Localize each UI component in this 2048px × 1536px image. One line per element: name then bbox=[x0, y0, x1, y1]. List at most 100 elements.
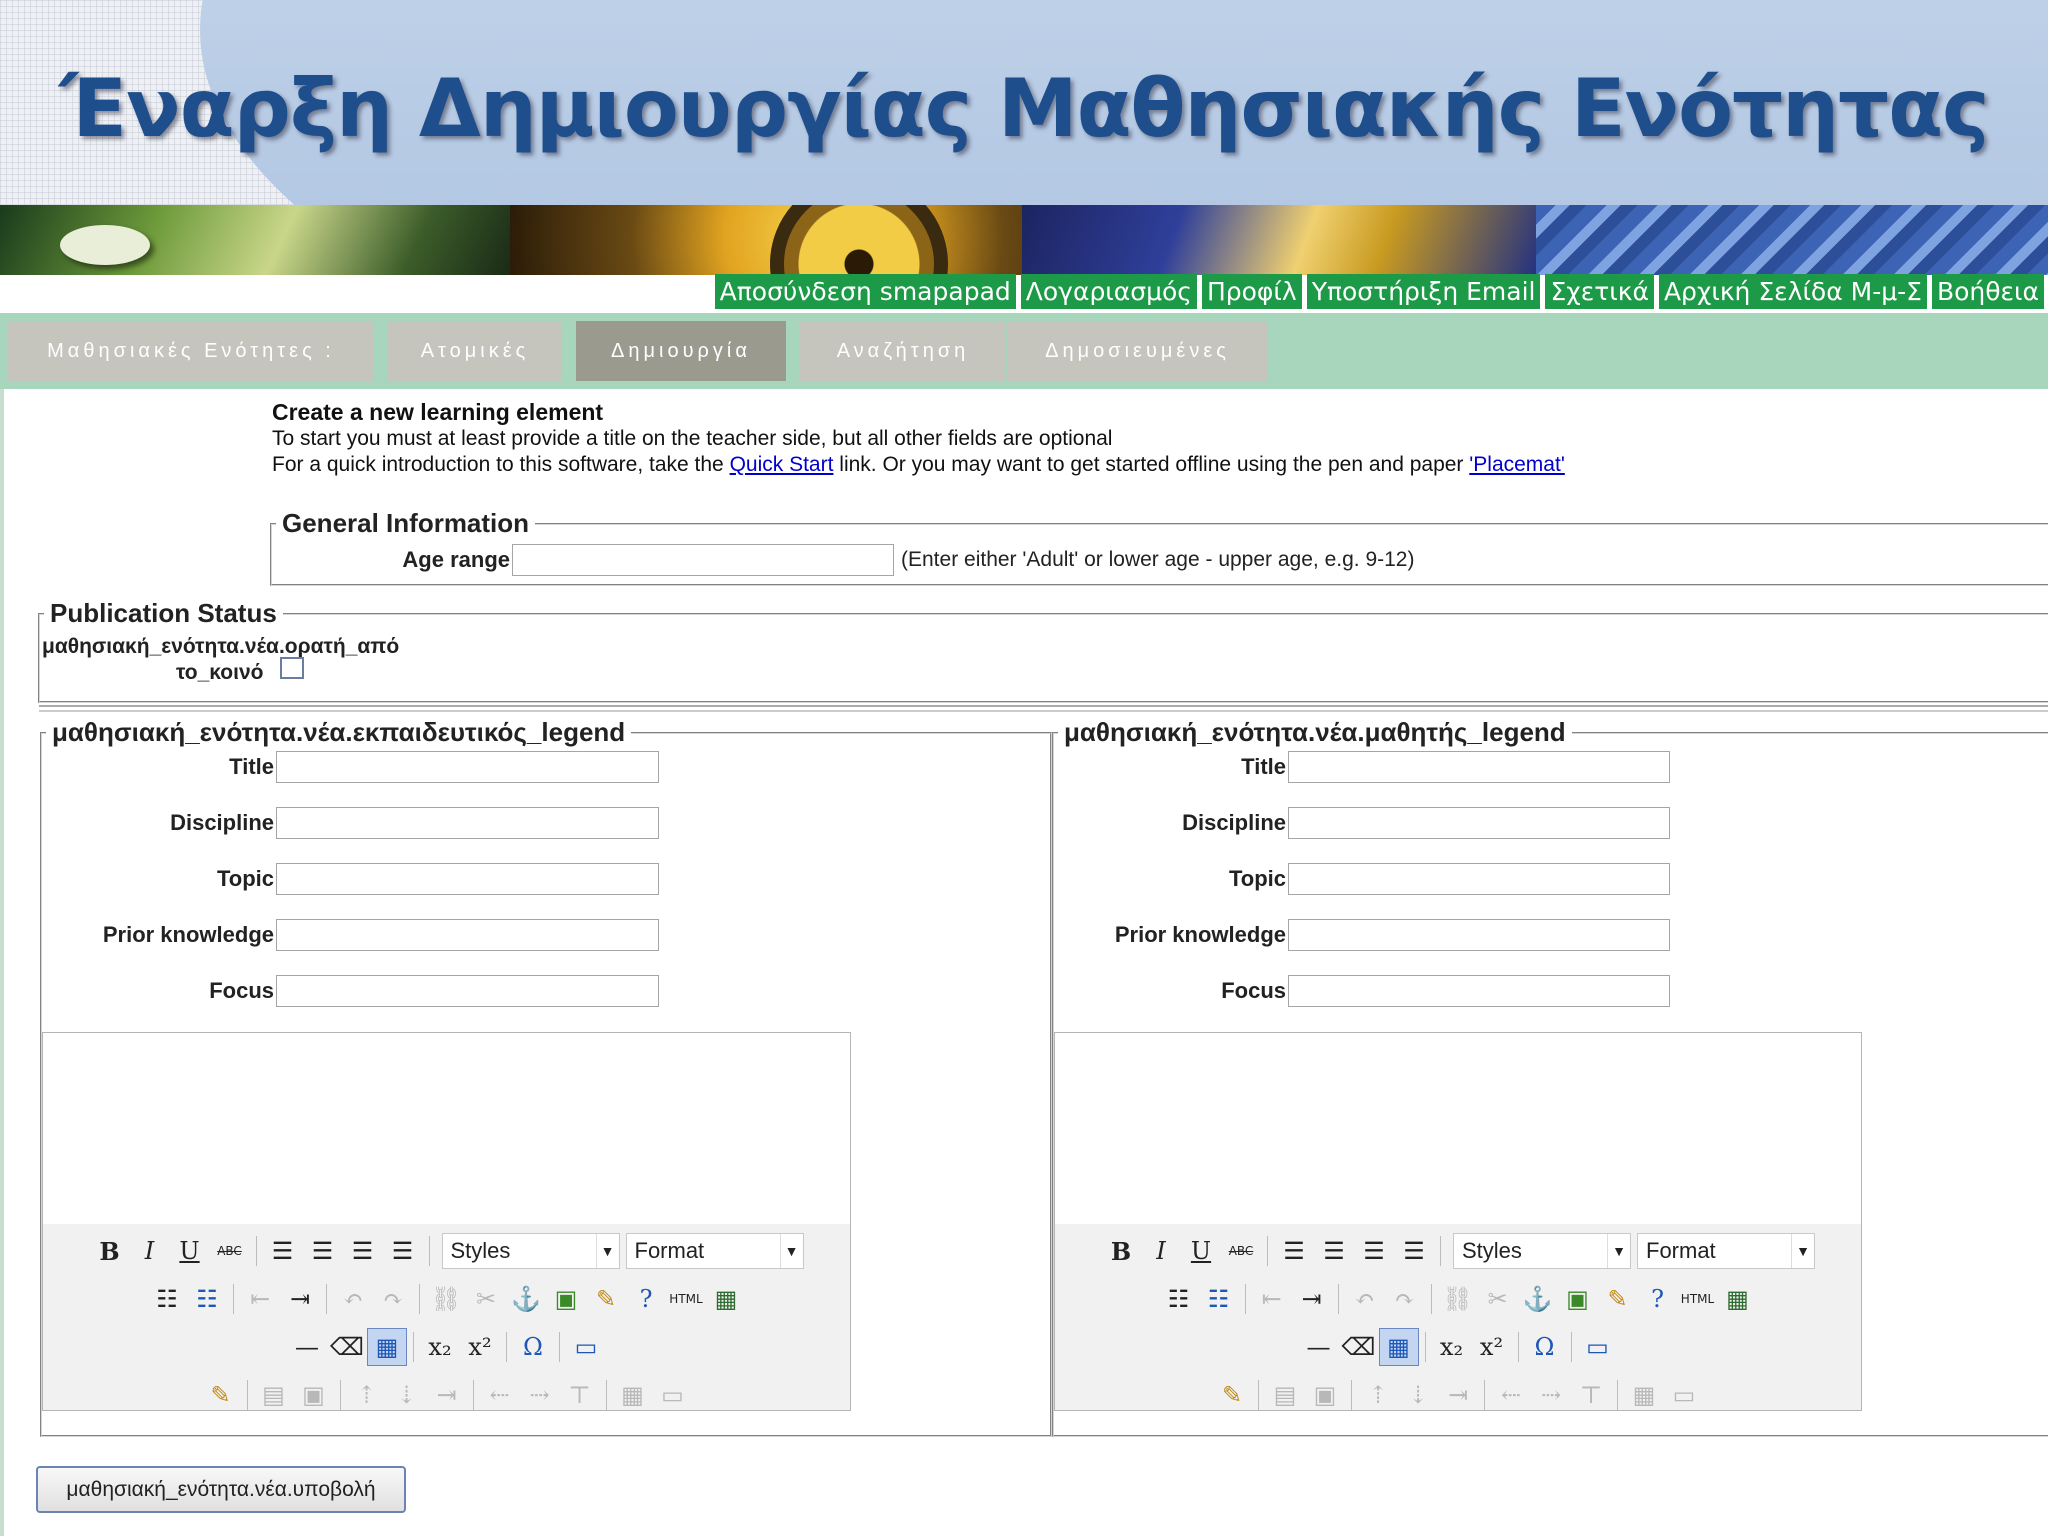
student-topic-input[interactable] bbox=[1288, 863, 1670, 895]
profile-link[interactable]: Προφίλ bbox=[1201, 274, 1302, 309]
horizontal-rule-icon[interactable]: — bbox=[1299, 1328, 1339, 1366]
italic-icon[interactable]: I bbox=[1141, 1232, 1181, 1270]
insert-column-after-icon[interactable]: ⇢ bbox=[1531, 1376, 1571, 1414]
help-icon[interactable]: ? bbox=[626, 1280, 666, 1318]
italic-icon[interactable]: I bbox=[130, 1232, 170, 1270]
bullet-list-icon[interactable]: ☷ bbox=[147, 1280, 187, 1318]
redo-icon[interactable]: ↷ bbox=[373, 1280, 413, 1318]
html-source-icon[interactable]: HTML bbox=[1678, 1280, 1718, 1318]
indent-icon[interactable]: ⇥ bbox=[280, 1280, 320, 1318]
media-icon[interactable]: ▦ bbox=[1718, 1280, 1758, 1318]
unlink-icon[interactable]: ✂ bbox=[466, 1280, 506, 1318]
unlink-icon[interactable]: ✂ bbox=[1478, 1280, 1518, 1318]
insert-row-before-icon[interactable]: ⇡ bbox=[1358, 1376, 1398, 1414]
student-editor-content-area[interactable] bbox=[1055, 1033, 1861, 1225]
undo-icon[interactable]: ↶ bbox=[333, 1280, 373, 1318]
split-cells-icon[interactable]: ▦ bbox=[1624, 1376, 1664, 1414]
cell-properties-icon[interactable]: ▣ bbox=[1305, 1376, 1345, 1414]
tab-personal[interactable]: Ατομικές bbox=[388, 321, 562, 381]
undo-icon[interactable]: ↶ bbox=[1345, 1280, 1385, 1318]
insert-column-after-icon[interactable]: ⇢ bbox=[520, 1376, 560, 1414]
numbered-list-icon[interactable]: ☷ bbox=[187, 1280, 227, 1318]
visual-aid-icon[interactable]: ▦ bbox=[1378, 1328, 1419, 1366]
row-properties-icon[interactable]: ▤ bbox=[1265, 1376, 1305, 1414]
teacher-focus-input[interactable] bbox=[276, 975, 659, 1007]
anchor-icon[interactable]: ⚓ bbox=[506, 1280, 546, 1318]
insert-row-before-icon[interactable]: ⇡ bbox=[347, 1376, 387, 1414]
align-center-icon[interactable]: ☰ bbox=[1314, 1232, 1354, 1270]
tab-search[interactable]: Αναζήτηση bbox=[800, 321, 1006, 381]
tab-published[interactable]: Δημοσιευμένες bbox=[1007, 321, 1268, 381]
student-title-input[interactable] bbox=[1288, 751, 1670, 783]
format-select[interactable]: Format ▼ bbox=[625, 1233, 804, 1269]
align-center-icon[interactable]: ☰ bbox=[303, 1232, 343, 1270]
subscript-icon[interactable]: x₂ bbox=[1432, 1328, 1472, 1366]
merge-cells-icon[interactable]: ▭ bbox=[653, 1376, 693, 1414]
remove-format-icon[interactable]: ⌫ bbox=[327, 1328, 367, 1366]
redo-icon[interactable]: ↷ bbox=[1385, 1280, 1425, 1318]
indent-icon[interactable]: ⇥ bbox=[1292, 1280, 1332, 1318]
quick-start-link[interactable]: Quick Start bbox=[730, 453, 834, 476]
logout-link[interactable]: Αποσύνδεση smapapad bbox=[714, 274, 1016, 309]
student-discipline-input[interactable] bbox=[1288, 807, 1670, 839]
align-justify-icon[interactable]: ☰ bbox=[1394, 1232, 1434, 1270]
underline-icon[interactable]: U bbox=[170, 1232, 210, 1270]
split-cells-icon[interactable]: ▦ bbox=[613, 1376, 653, 1414]
help-link[interactable]: Βοήθεια bbox=[1931, 274, 2044, 309]
horizontal-rule-icon[interactable]: — bbox=[287, 1328, 327, 1366]
strikethrough-icon[interactable]: ABC bbox=[210, 1232, 250, 1270]
tab-learning-units[interactable]: Μαθησιακές Ενότητες : bbox=[8, 321, 374, 381]
delete-column-icon[interactable]: ⊤ bbox=[560, 1376, 600, 1414]
align-left-icon[interactable]: ☰ bbox=[263, 1232, 303, 1270]
student-focus-input[interactable] bbox=[1288, 975, 1670, 1007]
delete-column-icon[interactable]: ⊤ bbox=[1571, 1376, 1611, 1414]
insert-table-icon[interactable]: ✎ bbox=[1212, 1376, 1252, 1414]
styles-select[interactable]: Styles ▼ bbox=[1453, 1233, 1631, 1269]
merge-cells-icon[interactable]: ▭ bbox=[1664, 1376, 1704, 1414]
delete-row-icon[interactable]: ⇥ bbox=[1438, 1376, 1478, 1414]
anchor-icon[interactable]: ⚓ bbox=[1518, 1280, 1558, 1318]
image-icon[interactable]: ▣ bbox=[546, 1280, 586, 1318]
teacher-prior-knowledge-input[interactable] bbox=[276, 919, 659, 951]
insert-row-after-icon[interactable]: ⇣ bbox=[1398, 1376, 1438, 1414]
special-character-icon[interactable]: Ω bbox=[513, 1328, 553, 1366]
home-link[interactable]: Αρχική Σελίδα Μ-μ-Σ bbox=[1658, 274, 1927, 309]
html-source-icon[interactable]: HTML bbox=[666, 1280, 706, 1318]
student-prior-knowledge-input[interactable] bbox=[1288, 919, 1670, 951]
numbered-list-icon[interactable]: ☷ bbox=[1199, 1280, 1239, 1318]
outdent-icon[interactable]: ⇤ bbox=[1252, 1280, 1292, 1318]
bold-icon[interactable]: B bbox=[1101, 1232, 1141, 1270]
insert-column-before-icon[interactable]: ⇠ bbox=[1491, 1376, 1531, 1414]
underline-icon[interactable]: U bbox=[1181, 1232, 1221, 1270]
age-range-input[interactable] bbox=[512, 544, 894, 576]
strikethrough-icon[interactable]: ABC bbox=[1221, 1232, 1261, 1270]
insert-column-before-icon[interactable]: ⇠ bbox=[480, 1376, 520, 1414]
account-link[interactable]: Λογαριασμός bbox=[1020, 274, 1197, 309]
remove-format-icon[interactable]: ⌫ bbox=[1339, 1328, 1379, 1366]
superscript-icon[interactable]: x² bbox=[460, 1328, 500, 1366]
special-character-icon[interactable]: Ω bbox=[1525, 1328, 1565, 1366]
delete-row-icon[interactable]: ⇥ bbox=[427, 1376, 467, 1414]
tab-create[interactable]: Δημιουργία bbox=[576, 321, 786, 381]
outdent-icon[interactable]: ⇤ bbox=[240, 1280, 280, 1318]
cell-properties-icon[interactable]: ▣ bbox=[294, 1376, 334, 1414]
fullscreen-icon[interactable]: ▭ bbox=[566, 1328, 606, 1366]
placemat-link[interactable]: 'Placemat' bbox=[1469, 453, 1565, 476]
fullscreen-icon[interactable]: ▭ bbox=[1578, 1328, 1618, 1366]
cleanup-icon[interactable]: ✎ bbox=[1598, 1280, 1638, 1318]
subscript-icon[interactable]: x₂ bbox=[420, 1328, 460, 1366]
image-icon[interactable]: ▣ bbox=[1558, 1280, 1598, 1318]
styles-select[interactable]: Styles ▼ bbox=[441, 1233, 620, 1269]
align-justify-icon[interactable]: ☰ bbox=[383, 1232, 423, 1270]
insert-table-icon[interactable]: ✎ bbox=[201, 1376, 241, 1414]
align-right-icon[interactable]: ☰ bbox=[1354, 1232, 1394, 1270]
row-properties-icon[interactable]: ▤ bbox=[254, 1376, 294, 1414]
teacher-topic-input[interactable] bbox=[276, 863, 659, 895]
submit-button[interactable]: μαθησιακή_ενότητα.νέα.υποβολή bbox=[36, 1466, 406, 1513]
link-icon[interactable]: ⛓ bbox=[426, 1280, 466, 1318]
media-icon[interactable]: ▦ bbox=[706, 1280, 746, 1318]
teacher-discipline-input[interactable] bbox=[276, 807, 659, 839]
align-left-icon[interactable]: ☰ bbox=[1274, 1232, 1314, 1270]
teacher-editor-content-area[interactable] bbox=[43, 1033, 850, 1225]
align-right-icon[interactable]: ☰ bbox=[343, 1232, 383, 1270]
